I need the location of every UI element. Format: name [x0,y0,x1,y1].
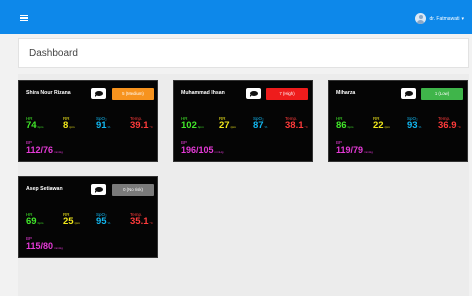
temp-unit: °C [304,125,308,129]
patient-name: Miharza [336,90,356,96]
rr-unit: rpm [69,125,75,129]
patient-card[interactable]: Asep Setiawan 0 (No risk) HR 69bpm RR 25rp… [18,176,158,258]
message-icon[interactable] [401,88,416,99]
temp-value: 39.1 [130,120,149,131]
user-name: dr. Fatmawati [429,15,460,22]
patient-panel: Shira Nour Rizana 5 (Medium) HR 74bpm RR 8… [18,74,469,296]
spo2-unit: % [418,125,422,129]
hr-unit: bpm [37,125,44,129]
user-menu[interactable]: dr. Fatmawati ▾ [415,13,464,24]
rr-unit: rpm [384,125,390,129]
hr-value: 69 [26,216,37,227]
temp-vital: Temp. 39.1°C [130,116,153,132]
rr-unit: rpm [230,125,236,129]
temp-unit: °C [149,221,153,225]
hr-value: 86 [336,120,347,131]
rr-value: 22 [373,120,384,131]
temp-value: 36.9 [438,120,457,131]
menu-icon[interactable] [20,15,28,21]
patient-card[interactable]: Miharza 1 (Low) HR 86bpm RR 22rpm SpO₂ 93% … [328,80,468,162]
bp-unit: mmHg [214,150,224,154]
rr-value: 25 [63,216,74,227]
risk-badge: 1 (Low) [421,88,463,100]
risk-badge: 5 (Medium) [112,88,154,100]
hr-vital: HR 86bpm [336,116,353,132]
spo2-vital: SpO₂ 95% [96,212,110,228]
bp-vital: BP 119/79mmHg [336,140,373,157]
spo2-unit: % [264,125,268,129]
rr-vital: RR 8rpm [63,116,74,132]
top-navbar: dr. Fatmawati ▾ [0,0,472,34]
spo2-value: 95 [96,216,107,227]
bp-value: 119/79 [336,145,364,155]
temp-value: 35.1 [130,216,149,227]
rr-vital: RR 25rpm [63,212,80,228]
rr-value: 27 [219,120,230,131]
spo2-unit: % [107,221,111,225]
rr-unit: rpm [74,221,80,225]
patient-name: Asep Setiawan [26,186,63,192]
spo2-value: 93 [407,120,418,131]
message-icon[interactable] [91,88,106,99]
spo2-value: 91 [96,120,107,131]
hr-value: 74 [26,120,37,131]
bp-value: 112/76 [26,145,54,155]
chevron-down-icon: ▾ [461,15,464,22]
bp-vital: BP 112/76mmHg [26,140,63,157]
hr-unit: bpm [347,125,354,129]
avatar [415,13,427,24]
bp-unit: mmHg [364,150,373,154]
temp-vital: Temp. 35.1°C [130,212,153,228]
message-icon[interactable] [91,184,106,195]
page-header: Dashboard [18,38,469,68]
spo2-unit: % [107,125,111,129]
hr-value: 102 [181,120,197,131]
rr-value: 8 [63,120,69,131]
spo2-value: 87 [253,120,264,131]
spo2-vital: SpO₂ 91% [96,116,110,132]
hr-unit: bpm [37,221,44,225]
temp-unit: °C [149,125,153,129]
patient-card[interactable]: Muhammad Ihsan 7 (High) HR 102bpm RR 27rpm… [173,80,313,162]
patient-card[interactable]: Shira Nour Rizana 5 (Medium) HR 74bpm RR 8… [18,80,158,162]
risk-badge: 7 (High) [266,88,308,100]
temp-value: 38.1 [285,120,304,131]
hr-vital: HR 69bpm [26,212,43,228]
page-title: Dashboard [29,48,78,59]
bp-unit: mmHg [54,246,63,250]
risk-badge: 0 (No risk) [112,184,154,196]
bp-unit: mmHg [54,150,63,154]
temp-vital: Temp. 36.9°C [438,116,461,132]
message-icon[interactable] [246,88,261,99]
patient-name: Muhammad Ihsan [181,90,225,96]
temp-unit: °C [457,125,461,129]
hr-unit: bpm [197,125,204,129]
bp-value: 115/80 [26,241,54,251]
temp-vital: Temp. 38.1°C [285,116,308,132]
rr-vital: RR 27rpm [219,116,236,132]
bp-value: 196/105 [181,145,214,155]
rr-vital: RR 22rpm [373,116,390,132]
patient-name: Shira Nour Rizana [26,90,71,96]
spo2-vital: SpO₂ 93% [407,116,421,132]
bp-vital: BP 196/105mmHg [181,140,223,157]
hr-vital: HR 102bpm [181,116,204,132]
bp-vital: BP 115/80mmHg [26,236,63,253]
hr-vital: HR 74bpm [26,116,43,132]
spo2-vital: SpO₂ 87% [253,116,267,132]
